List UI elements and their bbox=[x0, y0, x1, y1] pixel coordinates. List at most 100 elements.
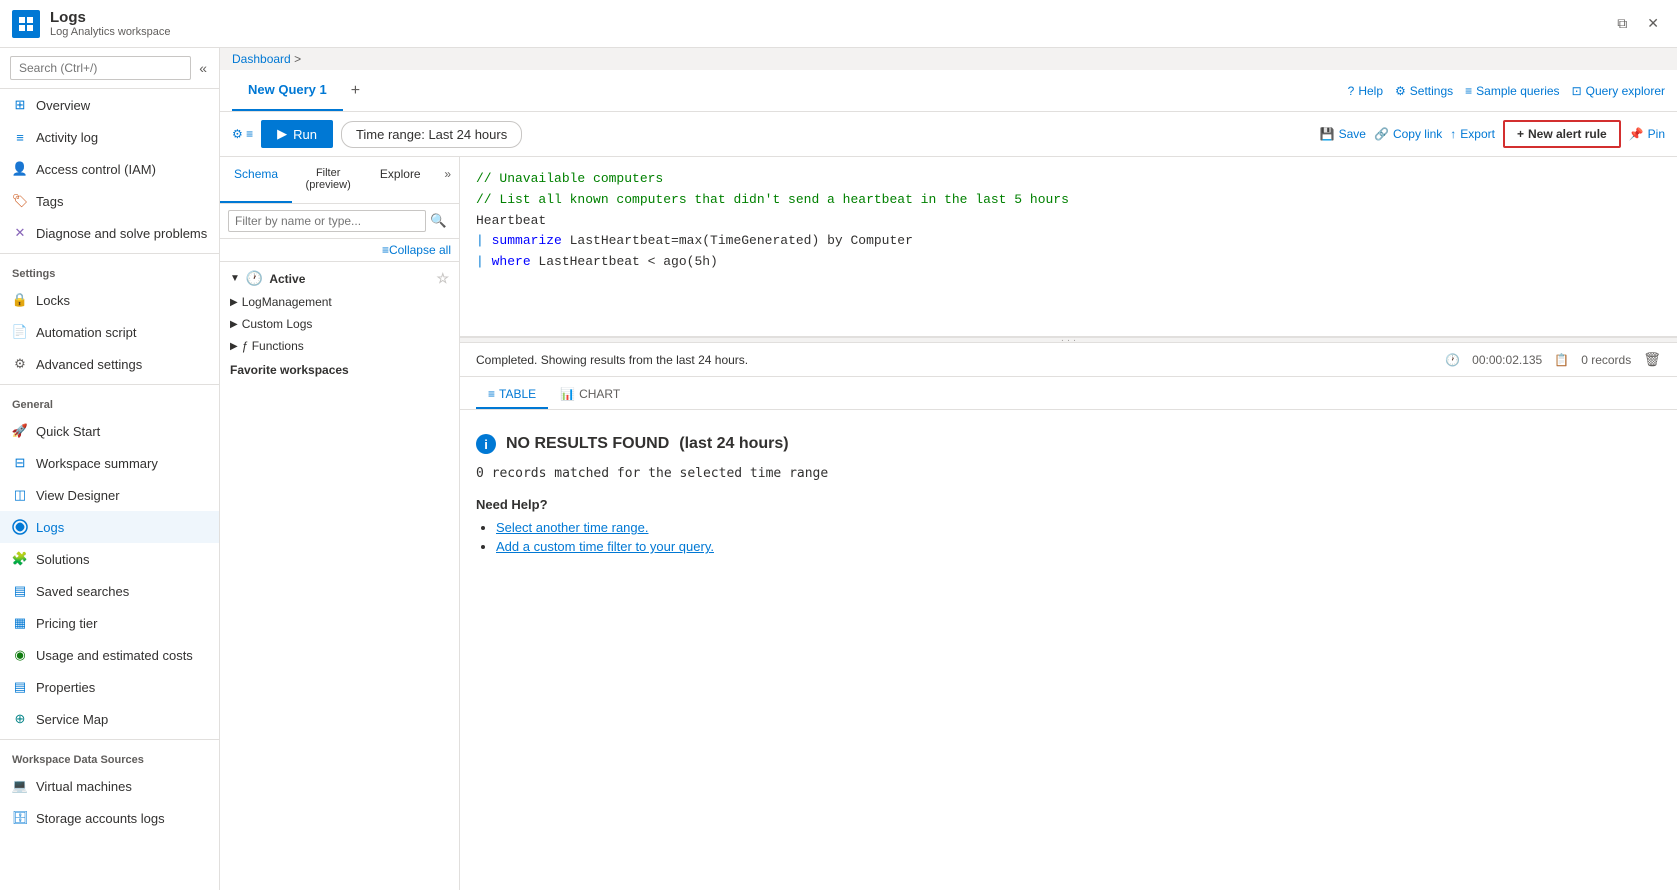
close-btn[interactable]: ✕ bbox=[1641, 11, 1665, 36]
tag-icon: 🏷 bbox=[12, 193, 28, 209]
sidebar-item-saved-searches[interactable]: ▤ Saved searches bbox=[0, 575, 219, 607]
group-label: Custom Logs bbox=[242, 317, 313, 331]
code-line-2: // List all known computers that didn't … bbox=[476, 190, 1661, 211]
add-filter-link[interactable]: Add a custom time filter to your query. bbox=[496, 539, 714, 554]
sidebar-item-label: Automation script bbox=[36, 325, 136, 340]
sidebar-item-label: Service Map bbox=[36, 712, 108, 727]
time-icon: 🕐 bbox=[1445, 353, 1460, 367]
sidebar-item-automation[interactable]: 📄 Automation script bbox=[0, 316, 219, 348]
need-help-label: Need Help? bbox=[476, 497, 1661, 512]
breadcrumb-dashboard[interactable]: Dashboard bbox=[232, 52, 291, 66]
tab-add-btn[interactable]: + bbox=[343, 74, 368, 108]
sidebar-item-solutions[interactable]: 🧩 Solutions bbox=[0, 543, 219, 575]
sidebar-item-view-designer[interactable]: ◫ View Designer bbox=[0, 479, 219, 511]
time-range-btn[interactable]: Time range: Last 24 hours bbox=[341, 121, 522, 148]
export-btn[interactable]: ↑ Export bbox=[1450, 127, 1495, 141]
map-icon: ⊕ bbox=[12, 711, 28, 727]
schema-group-customlogs[interactable]: ▶ Custom Logs bbox=[220, 313, 459, 335]
breadcrumb-separator: > bbox=[294, 52, 301, 66]
sidebar-item-label: Overview bbox=[36, 98, 90, 113]
tab-new-query-1[interactable]: New Query 1 bbox=[232, 70, 343, 111]
code-line-5: | where LastHeartbeat < ago(5h) bbox=[476, 252, 1661, 273]
copy-link-btn[interactable]: 🔗 Copy link bbox=[1374, 127, 1442, 141]
pin-btn[interactable]: 📌 Pin bbox=[1629, 127, 1665, 141]
help-btn[interactable]: ? Help bbox=[1348, 84, 1383, 98]
schema-tab-explore[interactable]: Explore bbox=[364, 157, 436, 203]
settings-label: Settings bbox=[1410, 84, 1453, 98]
sidebar-item-access-control[interactable]: 👤 Access control (IAM) bbox=[0, 153, 219, 185]
pricing-icon: ▦ bbox=[12, 615, 28, 631]
collapse-all-btn[interactable]: ≡ Collapse all bbox=[220, 239, 459, 262]
results-tab-table[interactable]: ≡ TABLE bbox=[476, 381, 548, 409]
sidebar-item-label: Virtual machines bbox=[36, 779, 132, 794]
schema-tab-schema[interactable]: Schema bbox=[220, 157, 292, 203]
restore-btn[interactable]: ⧉ bbox=[1611, 11, 1633, 36]
toolbar: ⚙ ≡ ▶ Run Time range: Last 24 hours 💾 Sa… bbox=[220, 112, 1677, 157]
sidebar-item-quickstart[interactable]: 🚀 Quick Start bbox=[0, 415, 219, 447]
save-btn[interactable]: 💾 Save bbox=[1320, 127, 1366, 141]
plus-icon: + bbox=[1517, 127, 1524, 141]
no-results-header: i NO RESULTS FOUND (last 24 hours) bbox=[476, 434, 1661, 454]
sidebar-item-logs[interactable]: Logs bbox=[0, 511, 219, 543]
no-results-time-range: (last 24 hours) bbox=[679, 435, 788, 453]
sidebar-item-label: Activity log bbox=[36, 130, 98, 145]
sidebar-item-pricing[interactable]: ▦ Pricing tier bbox=[0, 607, 219, 639]
help-label: Help bbox=[1358, 84, 1383, 98]
query-editor-area: // Unavailable computers // List all kno… bbox=[460, 157, 1677, 890]
star-icon[interactable]: ☆ bbox=[436, 270, 449, 287]
sidebar-item-locks[interactable]: 🔒 Locks bbox=[0, 284, 219, 316]
props-icon: ▤ bbox=[12, 679, 28, 695]
run-label: Run bbox=[293, 127, 317, 142]
schema-search-btn[interactable]: 🔍 bbox=[426, 211, 451, 231]
bars-icon: ▤ bbox=[12, 583, 28, 599]
settings-btn[interactable]: ⚙ Settings bbox=[1395, 84, 1453, 98]
sidebar-item-diagnose[interactable]: ✕ Diagnose and solve problems bbox=[0, 217, 219, 249]
sidebar-item-advanced[interactable]: ⚙ Advanced settings bbox=[0, 348, 219, 380]
delete-btn[interactable]: 🗑 bbox=[1643, 351, 1661, 368]
tab-label: New Query 1 bbox=[248, 82, 327, 97]
results-tab-chart[interactable]: 📊 CHART bbox=[548, 381, 632, 409]
sidebar-item-virtual-machines[interactable]: 💻 Virtual machines bbox=[0, 770, 219, 802]
sample-queries-btn[interactable]: ≡ Sample queries bbox=[1465, 84, 1559, 98]
sidebar-divider-2 bbox=[0, 384, 219, 385]
schema-tab-filter[interactable]: Filter (preview) bbox=[292, 157, 364, 203]
chevron-right-icon: ▶ bbox=[230, 297, 238, 308]
schema-tabs: Schema Filter (preview) Explore » bbox=[220, 157, 459, 204]
sidebar-collapse-btn[interactable]: « bbox=[197, 58, 209, 78]
sidebar-item-activity-log[interactable]: ≡ Activity log bbox=[0, 121, 219, 153]
sidebar-item-properties[interactable]: ▤ Properties bbox=[0, 671, 219, 703]
sidebar-item-usage[interactable]: ◉ Usage and estimated costs bbox=[0, 639, 219, 671]
sidebar-item-storage-logs[interactable]: 🗄 Storage accounts logs bbox=[0, 802, 219, 834]
active-clock-icon: 🕐 bbox=[246, 270, 263, 287]
usage-icon: ◉ bbox=[12, 647, 28, 663]
sidebar-item-workspace-summary[interactable]: ⊟ Workspace summary bbox=[0, 447, 219, 479]
schema-group-logmanagement[interactable]: ▶ LogManagement bbox=[220, 291, 459, 313]
help-icon: ? bbox=[1348, 84, 1355, 98]
editor-pane[interactable]: // Unavailable computers // List all kno… bbox=[460, 157, 1677, 337]
run-icon: ▶ bbox=[277, 126, 287, 142]
favorite-workspaces-label: Favorite workspaces bbox=[220, 357, 459, 383]
sample-queries-label: Sample queries bbox=[1476, 84, 1559, 98]
select-time-link[interactable]: Select another time range. bbox=[496, 520, 648, 535]
chevron-down-icon: ▼ bbox=[230, 273, 240, 284]
run-btn[interactable]: ▶ Run bbox=[261, 120, 333, 148]
general-section-label: General bbox=[0, 389, 219, 415]
sidebar-item-service-map[interactable]: ⊕ Service Map bbox=[0, 703, 219, 735]
toolbar-right: 💾 Save 🔗 Copy link ↑ Export + New alert … bbox=[1320, 120, 1665, 148]
save-label: Save bbox=[1339, 127, 1366, 141]
toolbar-settings-btn[interactable]: ⚙ ≡ bbox=[232, 127, 253, 141]
schema-search-container: 🔍 bbox=[220, 204, 459, 239]
search-input[interactable] bbox=[10, 56, 191, 80]
tab-bar-left: New Query 1 + bbox=[232, 70, 368, 111]
tab-bar: New Query 1 + ? Help ⚙ Settings ≡ Sample… bbox=[220, 70, 1677, 112]
sidebar-item-tags[interactable]: 🏷 Tags bbox=[0, 185, 219, 217]
sidebar-item-overview[interactable]: ⊞ Overview bbox=[0, 89, 219, 121]
query-explorer-btn[interactable]: ⊡ Query explorer bbox=[1572, 84, 1665, 98]
app-title-sub: Log Analytics workspace bbox=[50, 26, 170, 38]
schema-search-input[interactable] bbox=[228, 210, 426, 232]
new-alert-btn[interactable]: + New alert rule bbox=[1503, 120, 1621, 148]
schema-collapse-btn[interactable]: » bbox=[436, 157, 459, 203]
schema-group-functions[interactable]: ▶ ƒ Functions bbox=[220, 335, 459, 357]
sidebar-item-label: Storage accounts logs bbox=[36, 811, 165, 826]
schema-panel: Schema Filter (preview) Explore » 🔍 ≡ bbox=[220, 157, 460, 890]
